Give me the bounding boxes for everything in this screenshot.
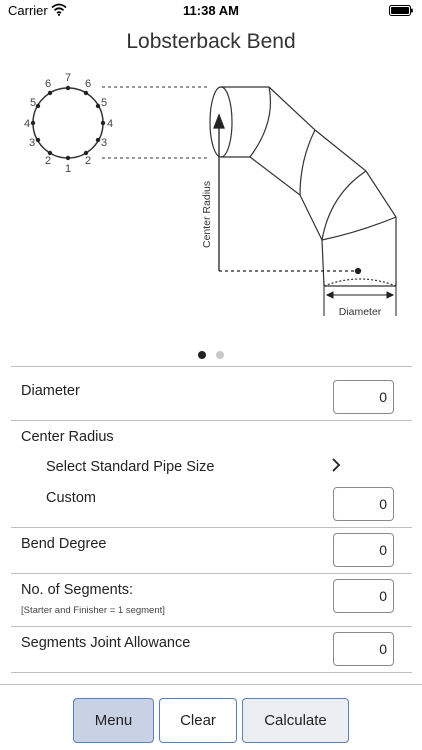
battery-icon bbox=[389, 5, 413, 16]
joint-label-right-2: 5 bbox=[101, 97, 107, 109]
joint-label-top: 7 bbox=[65, 72, 71, 84]
joint-label-right-4: 3 bbox=[101, 137, 107, 149]
joint-label-right-1: 6 bbox=[85, 78, 91, 90]
page-title: Lobsterback Bend bbox=[126, 30, 296, 53]
page-dot-2[interactable] bbox=[216, 351, 224, 359]
pipe-bend bbox=[209, 86, 397, 287]
bend-degree-label: Bend Degree bbox=[21, 536, 107, 552]
joint-label-left-2: 5 bbox=[30, 97, 36, 109]
joint-allowance-label: Segments Joint Allowance bbox=[21, 635, 191, 651]
center-radius-label: Center Radius bbox=[201, 181, 213, 248]
divider bbox=[11, 573, 412, 574]
joint-label-right-3: 4 bbox=[107, 118, 113, 130]
clear-button[interactable]: Clear bbox=[159, 698, 237, 743]
segments-label: No. of Segments: bbox=[21, 582, 134, 598]
diameter-label: Diameter bbox=[339, 306, 382, 318]
diameter-input[interactable] bbox=[333, 380, 394, 414]
joint-label-bottom: 1 bbox=[65, 163, 71, 175]
custom-radius-input[interactable] bbox=[333, 487, 394, 521]
divider bbox=[11, 672, 412, 673]
divider bbox=[11, 626, 412, 627]
status-bar: Carrier 11:38 AM bbox=[0, 0, 422, 22]
page-dot-1[interactable] bbox=[198, 351, 206, 359]
joint-allowance-input[interactable] bbox=[333, 632, 394, 666]
divider bbox=[11, 366, 412, 367]
joint-label-left-5: 2 bbox=[45, 155, 51, 167]
divider bbox=[11, 420, 412, 421]
lobsterback-bend-diagram: 7 1 6 5 4 3 2 6 5 4 3 2 Center Radius Di… bbox=[24, 72, 397, 318]
joint-label-left-1: 6 bbox=[45, 78, 51, 90]
segments-input[interactable] bbox=[333, 579, 394, 613]
status-time: 11:38 AM bbox=[183, 3, 239, 18]
calculate-button[interactable]: Calculate bbox=[242, 698, 349, 743]
center-radius-arrow bbox=[213, 113, 362, 275]
diameter-label: Diameter bbox=[21, 383, 80, 399]
toolbar-divider bbox=[0, 684, 422, 685]
joint-circle bbox=[30, 85, 106, 161]
center-radius-label: Center Radius bbox=[21, 429, 114, 445]
chevron-right-icon[interactable] bbox=[331, 457, 341, 473]
joint-label-left-4: 3 bbox=[29, 137, 35, 149]
custom-label: Custom bbox=[46, 490, 96, 506]
segments-note: [Starter and Finisher = 1 segment] bbox=[21, 605, 165, 616]
menu-button[interactable]: Menu bbox=[73, 698, 154, 743]
select-standard-pipe-size[interactable]: Select Standard Pipe Size bbox=[46, 459, 214, 475]
page-control[interactable] bbox=[0, 346, 422, 359]
divider bbox=[11, 527, 412, 528]
bend-degree-input[interactable] bbox=[333, 533, 394, 567]
joint-label-right-5: 2 bbox=[85, 155, 91, 167]
joint-label-left-3: 4 bbox=[24, 118, 30, 130]
